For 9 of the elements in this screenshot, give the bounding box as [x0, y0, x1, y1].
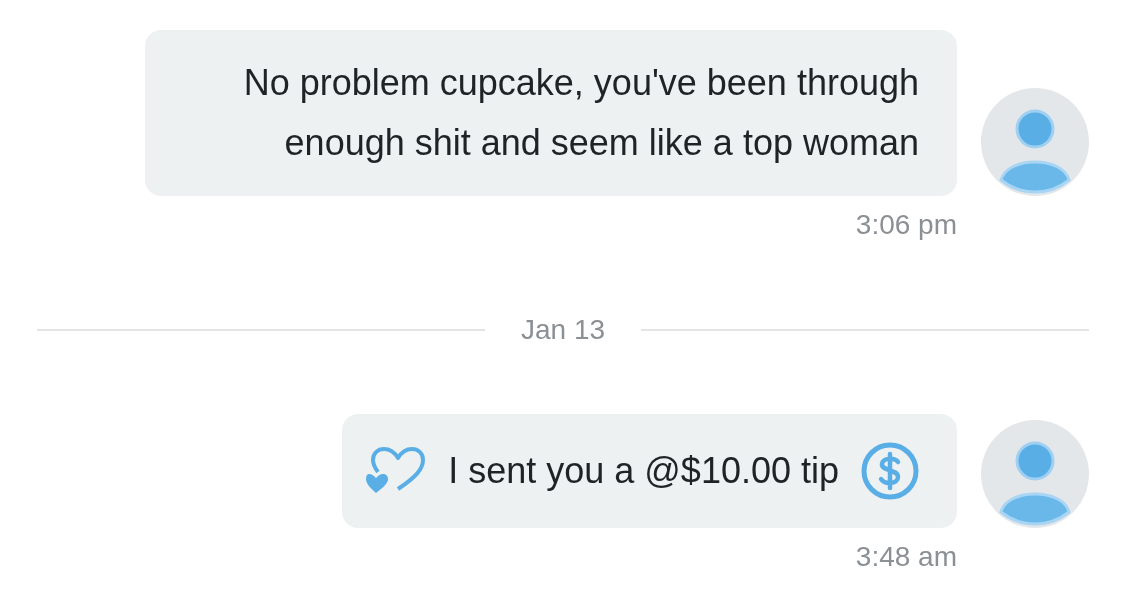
- dollar-coin-icon: [861, 442, 919, 500]
- message-time: 3:48 am: [854, 540, 957, 574]
- heart-icon[interactable]: [366, 447, 427, 495]
- avatar-icon: [981, 420, 1089, 528]
- message-time: 3:06 pm: [854, 208, 957, 242]
- message-text: No problem cupcake, you've been through enough shit and seem like a top woman: [145, 30, 957, 196]
- tip-text: I sent you a @$10.00 tip: [448, 450, 839, 492]
- date-label: Jan 13: [520, 314, 606, 346]
- avatar-icon: [981, 88, 1089, 196]
